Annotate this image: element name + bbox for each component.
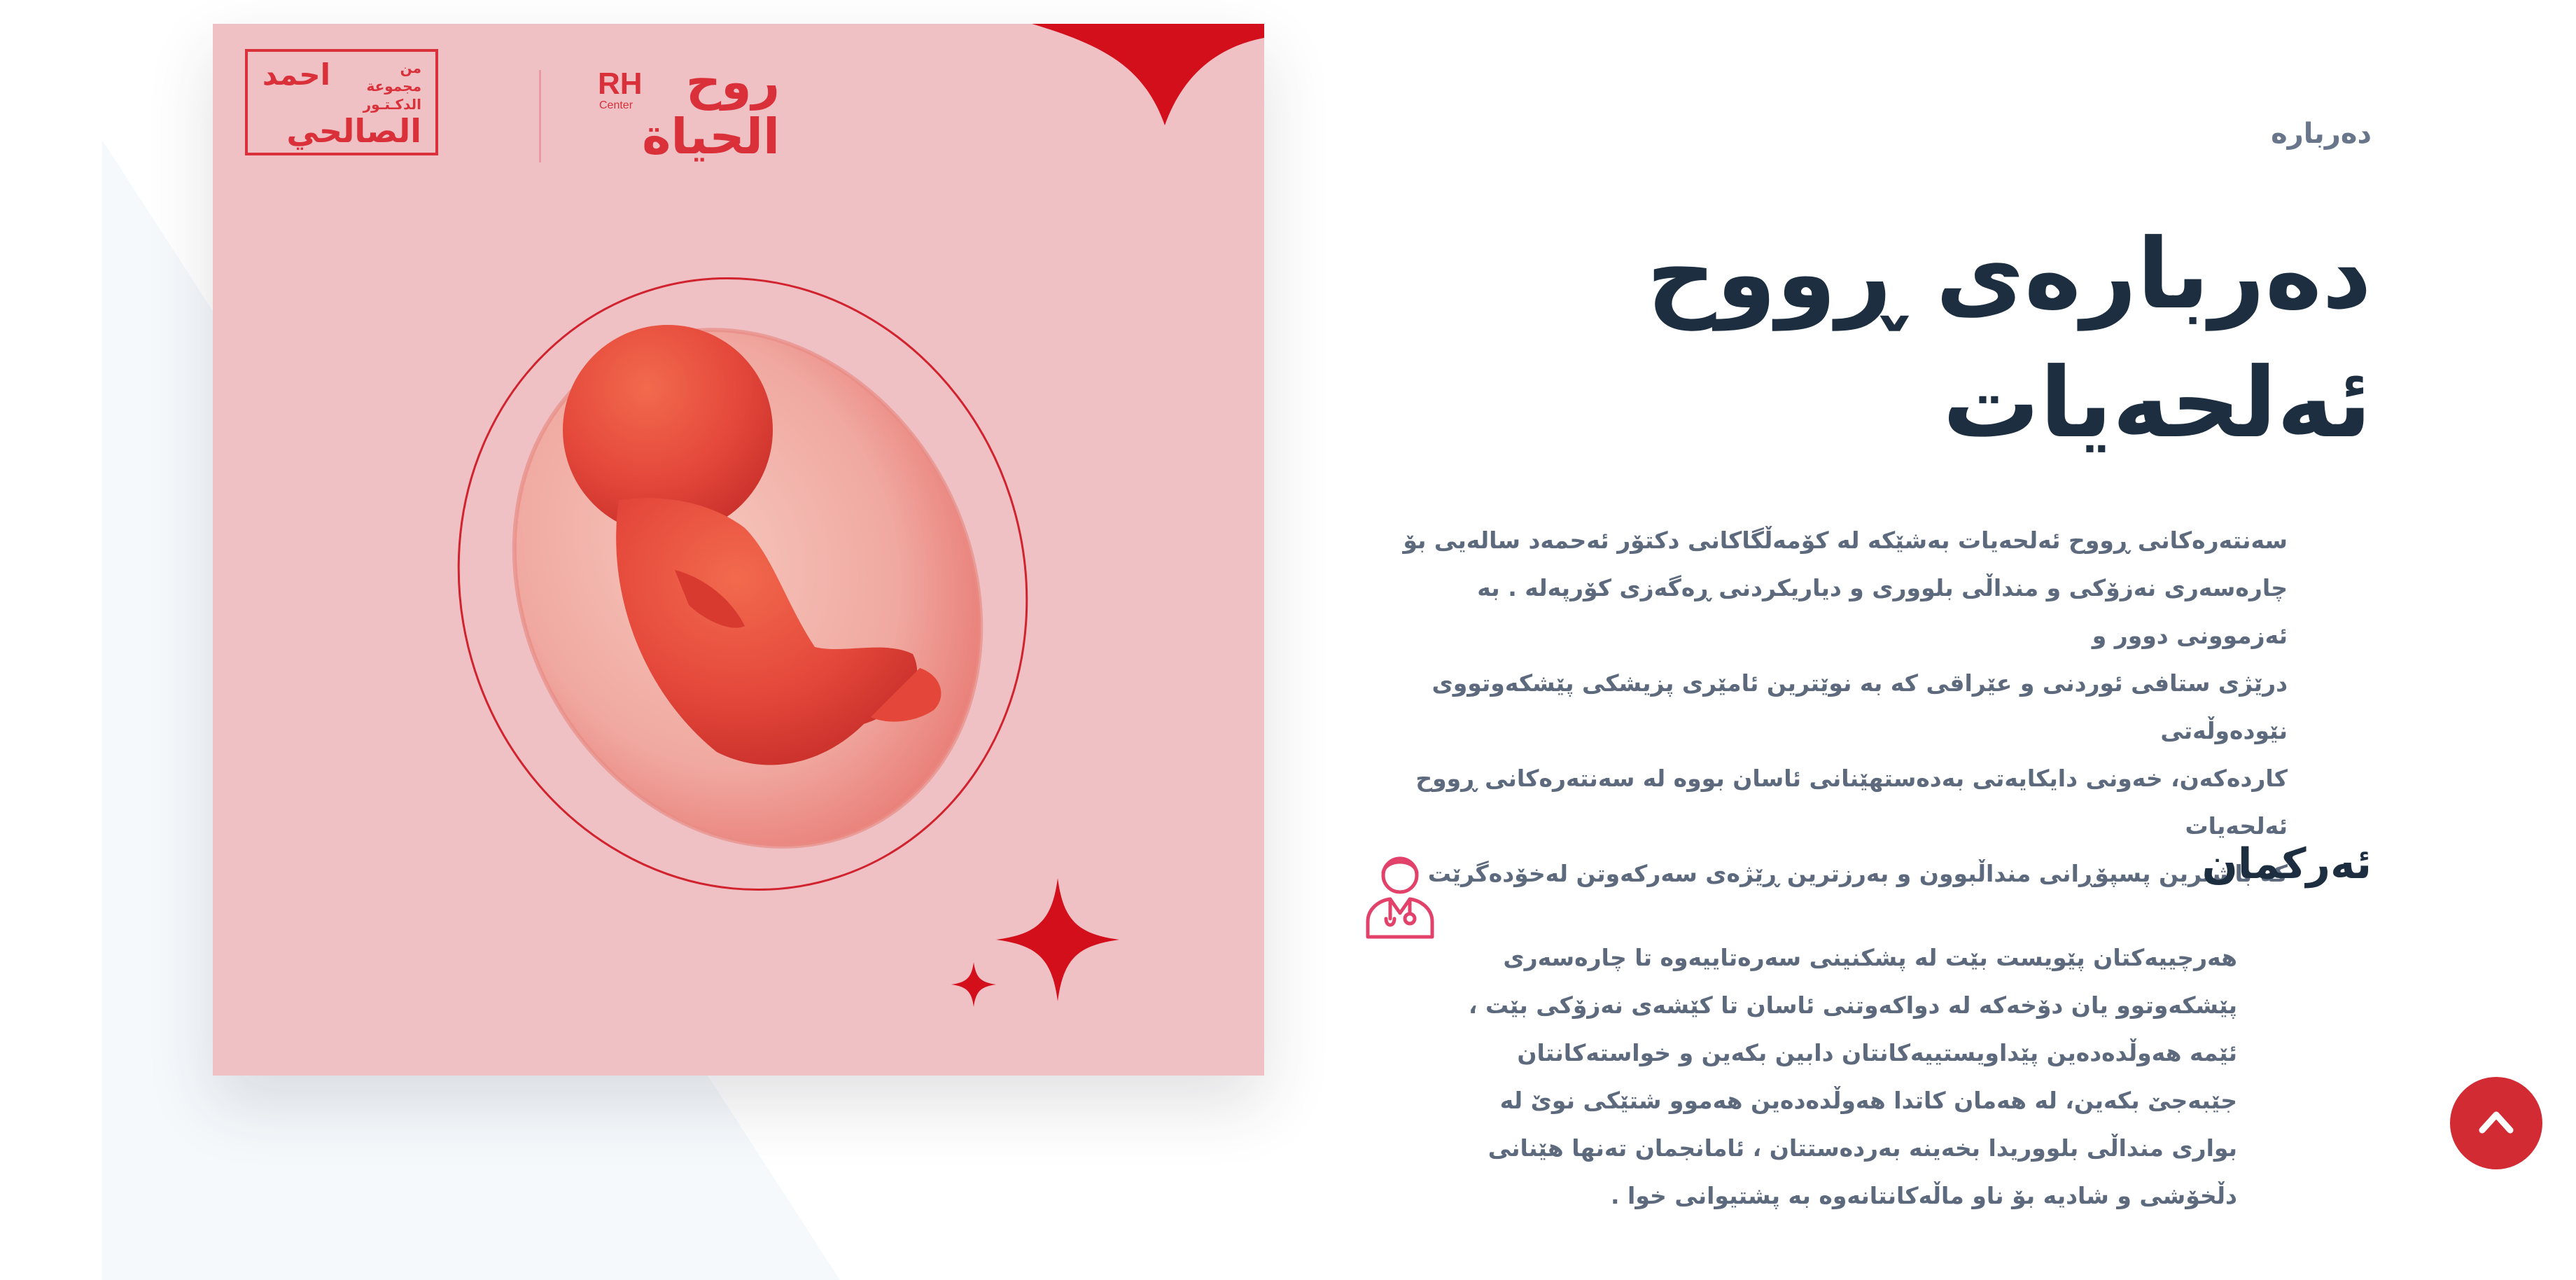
logo-name-line1: روح <box>685 53 780 111</box>
title-line2: ئەلحەیات <box>1942 347 2372 459</box>
intro-line: درێژی ستافی ئوردنی و عێراقی کە بە نوێتری… <box>1432 669 2288 744</box>
logo-group-line2: الدكـتـور <box>363 96 421 113</box>
logo-name: روح الحياة <box>640 55 780 164</box>
duties-heading: ئەرکمان <box>2202 840 2372 889</box>
duties-line: بواری منداڵی بلووریدا بخەینە بەردەستتان … <box>1488 1134 2237 1162</box>
big-star-shape <box>996 878 1119 1001</box>
logo-rh-text: RH <box>598 67 643 101</box>
duties-line: دڵخۆشی و شادیە بۆ ناو ماڵەکانتانەوە بە پ… <box>1611 1182 2237 1209</box>
duties-line: ئێمە هەوڵدەدەین پێداویستییەکانتان دابین … <box>1517 1039 2237 1066</box>
logo-group-line1: من مجموعة <box>366 60 421 95</box>
title-line1: دەربارەی ڕووح <box>1646 218 2372 331</box>
chevron-up-icon <box>2479 1111 2514 1134</box>
section-eyebrow: دەربارە <box>2271 118 2372 150</box>
duties-line: هەرچییەکتان پێویست بێت لە پشکنینی سەرەتا… <box>1503 944 2237 971</box>
logo-name-line2: الحياة <box>642 108 780 165</box>
intro-line: سەنتەرەکانی ڕووح ئەلحەیات بەشێکە لە کۆمە… <box>1403 527 2288 554</box>
logo-group-line4: الصالحي <box>286 112 421 150</box>
small-star-shape <box>951 962 996 1007</box>
logo-group-line3: احمد <box>262 57 330 92</box>
intro-line: چارەسەری نەزۆکی و منداڵی بلووری و دیاریک… <box>1477 574 2288 649</box>
logo-center-text: Center <box>599 99 634 111</box>
page-title: دەربارەی ڕووح ئەلحەیات <box>1532 210 2372 468</box>
doctor-icon <box>1366 856 1434 939</box>
duties-line: پێشکەوتوو یان دۆخەکە لە دواکەوتنی ئاسان … <box>1468 992 2237 1019</box>
duties-paragraph: هەرچییەکتان پێویست بێت لە پشکنینی سەرەتا… <box>1453 934 2237 1220</box>
scroll-to-top-button[interactable] <box>2450 1077 2542 1169</box>
doctor-group-logo: من مجموعة الدكـتـور احمد الصالحي <box>245 49 438 155</box>
embryo-illustration <box>457 24 1264 1007</box>
duties-line: جێبەجێ بکەین، لە هەمان کاتدا هەوڵدەدەین … <box>1499 1087 2237 1114</box>
intro-line: کاردەکەن، خەونی دایکایەتی بەدەستهێنانی ئ… <box>1415 765 2288 840</box>
rh-center-logo: RH Center روح الحياة <box>598 48 780 181</box>
logo-divider <box>539 70 541 162</box>
page: من مجموعة الدكـتـور احمد الصالحي RH Cent… <box>0 0 2576 1280</box>
about-image-card: من مجموعة الدكـتـور احمد الصالحي RH Cent… <box>213 24 1264 1076</box>
top-star-shape <box>1032 24 1264 125</box>
